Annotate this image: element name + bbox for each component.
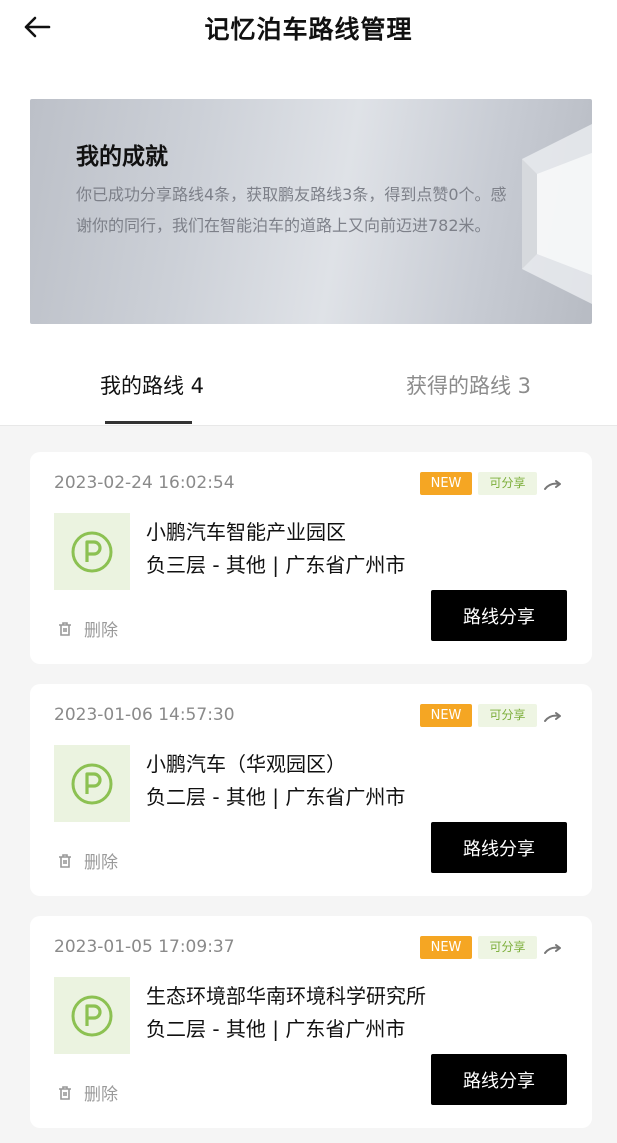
achievement-title: 我的成就 — [76, 144, 168, 170]
shareable-badge: 可分享 — [478, 472, 537, 495]
achievement-text: 你已成功分享路线4条，获取鹏友路线3条，得到点赞0个。感谢你的同行，我们在智能泊… — [76, 185, 507, 235]
delete-button[interactable]: 删除 — [56, 848, 118, 873]
route-card: 2023-01-06 14:57:30 NEW 可分享 小鹏汽车（华观园区） 负… — [30, 684, 592, 896]
top-section: 记忆泊车路线管理 我的成就 你已成功分享路线4条，获取鹏友路线3条，得到点赞0个… — [0, 0, 617, 426]
route-place-name: 生态环境部华南环境科学研究所 — [146, 984, 426, 1008]
route-tabs: 我的路线 4 获得的路线 3 — [0, 360, 617, 426]
trash-icon — [59, 853, 71, 868]
route-time: 2023-02-24 16:02:54 — [54, 473, 235, 493]
page-title: 记忆泊车路线管理 — [204, 15, 413, 44]
parking-icon — [71, 995, 113, 1036]
new-badge: NEW — [420, 472, 472, 495]
shareable-badge: 可分享 — [478, 704, 537, 727]
route-place-detail: 负二层 - 其他 | 广东省广州市 — [146, 1017, 406, 1041]
delete-button[interactable]: 删除 — [56, 616, 118, 641]
parking-icon — [71, 531, 113, 572]
route-time: 2023-01-06 14:57:30 — [54, 705, 235, 725]
trash-icon — [59, 621, 71, 636]
route-place-detail: 负三层 - 其他 | 广东省广州市 — [146, 553, 406, 577]
delete-label: 删除 — [84, 1085, 118, 1105]
route-share-button[interactable]: 路线分享 — [431, 1054, 567, 1105]
delete-button[interactable]: 删除 — [56, 1080, 118, 1105]
new-badge: NEW — [420, 936, 472, 959]
achievement-banner: 我的成就 你已成功分享路线4条，获取鹏友路线3条，得到点赞0个。感谢你的同行，我… — [30, 99, 592, 324]
route-share-button[interactable]: 路线分享 — [431, 590, 567, 641]
new-badge: NEW — [420, 704, 472, 727]
divider — [0, 425, 617, 426]
delete-label: 删除 — [84, 853, 118, 873]
share-arrow-icon[interactable] — [542, 704, 564, 726]
share-arrow-icon[interactable] — [542, 472, 564, 494]
trash-icon — [59, 1085, 71, 1100]
tab-my-routes[interactable]: 我的路线 4 — [100, 370, 204, 400]
tab-received-routes[interactable]: 获得的路线 3 — [406, 370, 531, 400]
route-share-button[interactable]: 路线分享 — [431, 822, 567, 873]
parking-thumbnail — [54, 745, 130, 822]
route-card: 2023-01-05 17:09:37 NEW 可分享 生态环境部华南环境科学研… — [30, 916, 592, 1128]
route-card: 2023-02-24 16:02:54 NEW 可分享 小鹏汽车智能产业园区 负… — [30, 452, 592, 664]
share-arrow-icon[interactable] — [542, 936, 564, 958]
route-place-name: 小鹏汽车（华观园区） — [146, 752, 346, 776]
header: 记忆泊车路线管理 — [0, 0, 617, 56]
parking-icon — [71, 763, 113, 804]
route-place-name: 小鹏汽车智能产业园区 — [146, 520, 346, 544]
route-place-detail: 负二层 - 其他 | 广东省广州市 — [146, 785, 406, 809]
delete-label: 删除 — [84, 621, 118, 641]
shareable-badge: 可分享 — [478, 936, 537, 959]
route-time: 2023-01-05 17:09:37 — [54, 937, 235, 957]
active-tab-indicator — [105, 421, 192, 424]
parking-thumbnail — [54, 977, 130, 1054]
parking-thumbnail — [54, 513, 130, 590]
